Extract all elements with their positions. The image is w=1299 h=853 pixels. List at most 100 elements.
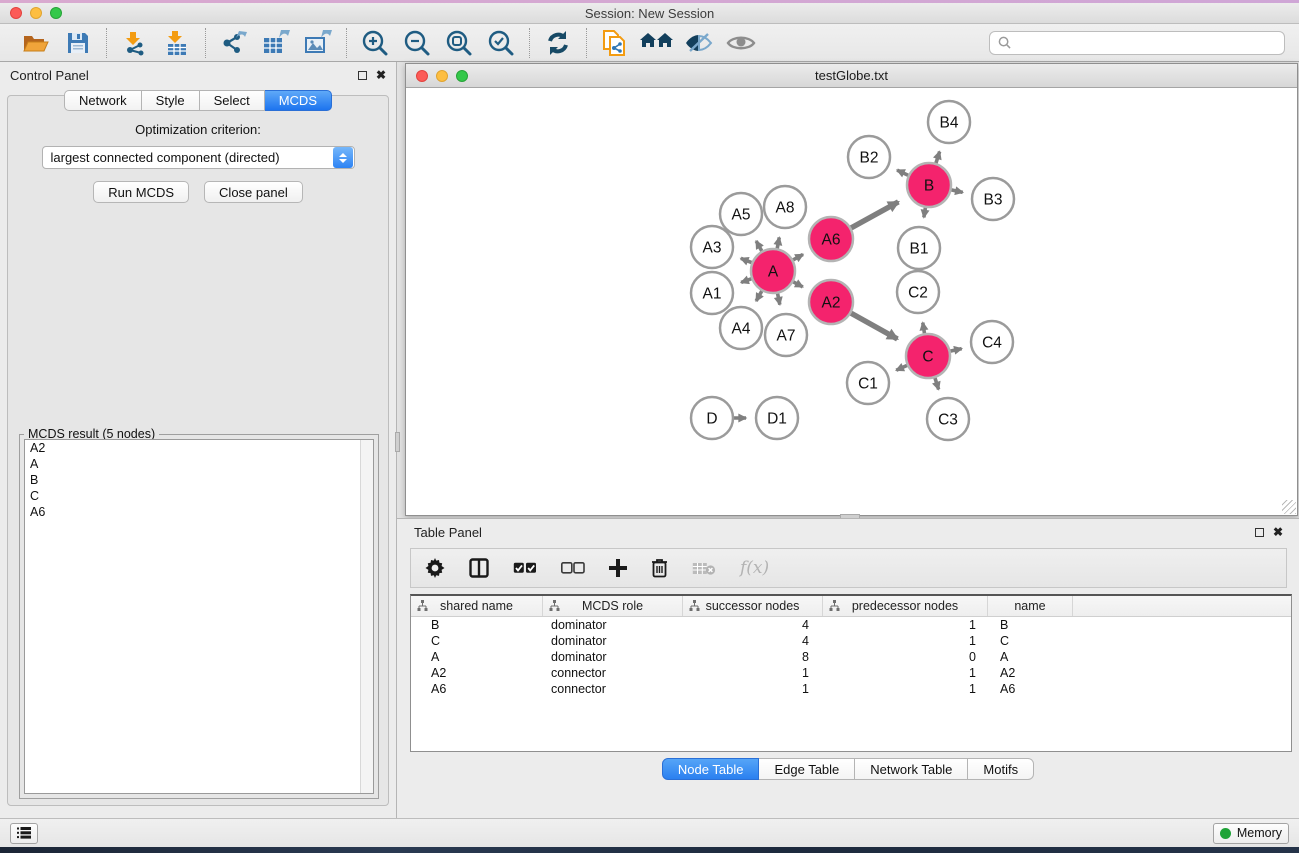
export-table-button[interactable] (258, 28, 294, 58)
graph-node-label-A: A (768, 264, 779, 281)
result-item-a6[interactable]: A6 (25, 504, 373, 520)
show-all-button[interactable] (723, 28, 759, 58)
column-label: predecessor nodes (852, 599, 958, 613)
column-type-icon (549, 600, 560, 611)
zoom-in-icon (361, 29, 389, 57)
cell: 1 (823, 618, 988, 632)
import-network-button[interactable] (117, 28, 153, 58)
table-row-a[interactable]: Adominator80A (411, 649, 1291, 665)
window-resize-grip[interactable] (1282, 500, 1296, 514)
export-image-button[interactable] (300, 28, 336, 58)
cell: C (411, 634, 543, 648)
app-titlebar: Session: New Session (0, 3, 1299, 24)
function-builder-button[interactable]: f(x) (740, 558, 769, 578)
eye-icon (726, 32, 756, 54)
close-table-panel-icon[interactable]: ✖ (1273, 526, 1283, 538)
task-history-button[interactable] (10, 823, 38, 844)
result-item-c[interactable]: C (25, 488, 373, 504)
export-network-icon (220, 30, 248, 56)
import-table-button[interactable] (159, 28, 195, 58)
column-label: MCDS role (582, 599, 643, 613)
first-neighbors-button[interactable] (639, 28, 675, 58)
float-panel-icon[interactable] (358, 71, 367, 80)
deselect-all-rows-button[interactable] (561, 562, 585, 575)
trash-icon (651, 558, 668, 578)
result-item-b[interactable]: B (25, 472, 373, 488)
run-mcds-button[interactable]: Run MCDS (93, 181, 189, 203)
delete-table-button[interactable] (692, 561, 716, 576)
table-settings-button[interactable] (425, 558, 445, 578)
select-columns-button[interactable] (469, 558, 489, 578)
zoom-out-button[interactable] (399, 28, 435, 58)
table-row-c[interactable]: Cdominator41C (411, 633, 1291, 649)
window-title: Session: New Session (0, 6, 1299, 21)
save-floppy-icon (66, 31, 90, 55)
zoom-fit-icon (445, 29, 473, 57)
delete-column-button[interactable] (651, 558, 668, 578)
criterion-dropdown[interactable]: largest connected component (directed) (42, 146, 355, 169)
node-table: shared name MCDS role successor nodes prede… (410, 594, 1292, 752)
column-label: successor nodes (706, 599, 800, 613)
cell: 4 (683, 618, 823, 632)
search-field[interactable] (989, 31, 1285, 55)
graph-node-label-D: D (706, 411, 717, 428)
network-window-title: testGlobe.txt (406, 68, 1297, 83)
tab-style[interactable]: Style (142, 90, 200, 111)
tab-edge-table[interactable]: Edge Table (759, 758, 855, 780)
column-header-MCDS-role[interactable]: MCDS role (543, 596, 683, 616)
graph-node-label-B1: B1 (910, 241, 929, 258)
network-canvas[interactable]: B4B2BB3A8A5A6A3B1AA1C2A2A4A7C4CC1C3DD1 (406, 88, 1297, 515)
tab-network[interactable]: Network (64, 90, 142, 111)
graph-node-label-A8: A8 (776, 200, 795, 217)
graph-node-label-B4: B4 (940, 115, 959, 132)
eye-slash-icon (684, 31, 714, 55)
tab-motifs[interactable]: Motifs (968, 758, 1034, 780)
clone-network-button[interactable] (597, 28, 633, 58)
gear-icon (425, 558, 445, 578)
column-header-successor-nodes[interactable]: successor nodes (683, 596, 823, 616)
select-all-rows-button[interactable] (513, 562, 537, 575)
zoom-selected-button[interactable] (483, 28, 519, 58)
column-header-predecessor-nodes[interactable]: predecessor nodes (823, 596, 988, 616)
result-item-a[interactable]: A (25, 456, 373, 472)
network-graph: B4B2BB3A8A5A6A3B1AA1C2A2A4A7C4CC1C3DD1 (406, 88, 1296, 515)
open-session-button[interactable] (18, 28, 54, 58)
clone-network-icon (601, 28, 629, 58)
cell: C (988, 634, 1073, 648)
zoom-in-button[interactable] (357, 28, 393, 58)
cell: 4 (683, 634, 823, 648)
close-panel-icon[interactable]: ✖ (376, 69, 386, 81)
memory-button[interactable]: Memory (1213, 823, 1289, 844)
tab-select[interactable]: Select (200, 90, 265, 111)
table-row-a2[interactable]: A2connector11A2 (411, 665, 1291, 681)
columns-icon (469, 558, 489, 578)
result-item-a2[interactable]: A2 (25, 440, 373, 456)
home-icon (640, 31, 674, 55)
search-input[interactable] (1016, 35, 1276, 50)
result-scrollbar[interactable] (360, 440, 373, 793)
table-body: Bdominator41BCdominator41CAdominator80AA… (411, 617, 1291, 697)
table-row-b[interactable]: Bdominator41B (411, 617, 1291, 633)
refresh-button[interactable] (540, 28, 576, 58)
hide-selected-button[interactable] (681, 28, 717, 58)
create-column-button[interactable] (609, 559, 627, 577)
cell: 1 (683, 666, 823, 680)
column-header-shared-name[interactable]: shared name (411, 596, 543, 616)
column-header-name[interactable]: name (988, 596, 1073, 616)
graph-node-label-B3: B3 (984, 192, 1003, 209)
mcds-result-list: A2ABCA6 (24, 439, 374, 794)
export-network-button[interactable] (216, 28, 252, 58)
tab-mcds[interactable]: MCDS (265, 90, 332, 111)
close-panel-button[interactable]: Close panel (204, 181, 303, 203)
criterion-value: largest connected component (directed) (43, 150, 333, 165)
cell: 1 (823, 666, 988, 680)
save-session-button[interactable] (60, 28, 96, 58)
float-table-panel-icon[interactable] (1255, 528, 1264, 537)
table-row-a6[interactable]: A6connector11A6 (411, 681, 1291, 697)
memory-label: Memory (1237, 826, 1282, 840)
tab-network-table[interactable]: Network Table (855, 758, 968, 780)
zoom-fit-button[interactable] (441, 28, 477, 58)
export-image-icon (304, 30, 332, 56)
vertical-splitter-handle[interactable] (395, 432, 400, 452)
tab-node-table[interactable]: Node Table (662, 758, 760, 780)
